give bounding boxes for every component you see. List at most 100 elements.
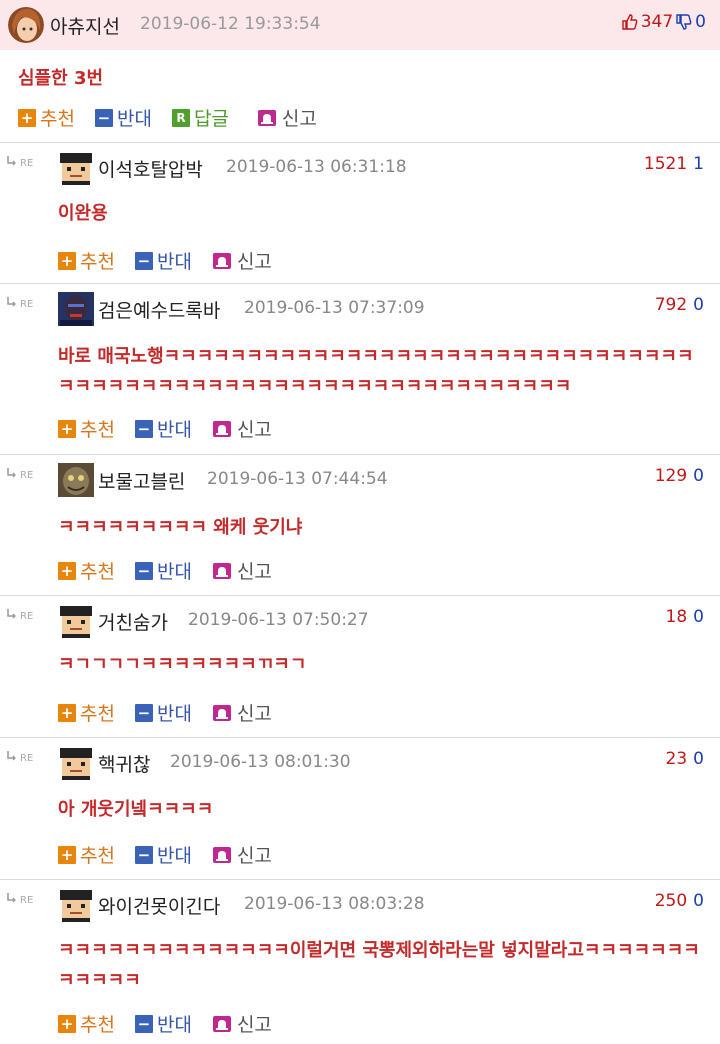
bell-icon — [212, 1015, 231, 1032]
oppose-button[interactable]: − 반대 — [134, 841, 192, 868]
recommend-button[interactable]: + 추천 — [58, 1010, 115, 1037]
recommend-label: 추천 — [80, 703, 115, 725]
comment-votes: 18 0 — [666, 607, 704, 627]
minus-icon: − — [134, 251, 153, 270]
report-button[interactable]: 신고 — [212, 699, 272, 726]
comment-author[interactable]: 와이건못이긴다 — [98, 892, 220, 919]
recommend-label: 추천 — [80, 1014, 115, 1036]
minus-icon: − — [134, 845, 153, 864]
comment-upvote-count: 792 — [654, 295, 688, 315]
report-button[interactable]: 신고 — [212, 841, 272, 868]
recommend-button[interactable]: + 추천 — [58, 557, 115, 584]
report-label: 신고 — [236, 703, 272, 725]
recommend-button[interactable]: + 추천 — [58, 699, 115, 726]
report-button[interactable]: 신고 — [212, 415, 272, 442]
comment-downvote-count: 0 — [693, 891, 704, 911]
bell-icon — [212, 420, 231, 437]
comment-votes: 23 0 — [666, 749, 704, 769]
oppose-button[interactable]: − 반대 — [134, 557, 192, 584]
bell-icon — [212, 846, 231, 863]
avatar[interactable] — [58, 151, 94, 185]
reply-arrow-icon: RE — [7, 297, 33, 309]
oppose-button[interactable]: − 반대 — [94, 104, 152, 131]
comment-timestamp: 2019-06-13 06:31:18 — [226, 157, 407, 177]
comment-text: 바로 매국노행ㅋㅋㅋㅋㅋㅋㅋㅋㅋㅋㅋㅋㅋㅋㅋㅋㅋㅋㅋㅋㅋㅋㅋㅋㅋㅋㅋㅋㅋㅋㅋㅋㅋ… — [58, 346, 694, 397]
oppose-button[interactable]: − 반대 — [134, 699, 192, 726]
plus-icon: + — [18, 108, 36, 127]
comment-item: RE 거친숨가 2019-06-13 07:50:27 18 0 ㅋㄱㄱㄱㄱㅋㅋㅋ… — [0, 595, 720, 737]
comment-timestamp: 2019-06-13 08:03:28 — [244, 894, 425, 914]
post-actions: + 추천 − 반대 R 답글 신고 — [18, 104, 337, 131]
avatar[interactable] — [58, 604, 94, 638]
svg-text:RE: RE — [20, 753, 33, 763]
bell-icon — [212, 252, 231, 269]
oppose-button[interactable]: − 반대 — [134, 1010, 192, 1037]
thumb-down-icon[interactable] — [675, 13, 693, 31]
comment-text: ㅋㄱㄱㄱㄱㅋㅋㅋㅋㅋㅋㅋㄲㅋㄱ — [58, 654, 307, 675]
report-label: 신고 — [236, 561, 272, 583]
comment-timestamp: 2019-06-13 07:37:09 — [244, 298, 425, 318]
reply-arrow-icon: RE — [7, 893, 33, 905]
comment-actions: + 추천 − 반대 신고 — [58, 1010, 292, 1037]
comment-votes: 1521 1 — [644, 154, 704, 174]
avatar[interactable] — [58, 746, 94, 780]
comment-text: ㅋㅋㅋㅋㅋㅋㅋㅋㅋ 왜케 웃기냐 — [58, 517, 303, 538]
comment-actions: + 추천 − 반대 신고 — [58, 557, 292, 584]
comment-author[interactable]: 보물고블린 — [98, 467, 185, 494]
comment-downvote-count: 0 — [693, 749, 704, 769]
plus-icon: + — [58, 561, 76, 580]
report-button[interactable]: 신고 — [257, 104, 317, 131]
author-avatar[interactable] — [8, 5, 44, 45]
avatar[interactable] — [58, 463, 94, 497]
svg-text:RE: RE — [20, 470, 33, 480]
comment-downvote-count: 0 — [693, 607, 704, 627]
report-label: 신고 — [236, 419, 272, 441]
bell-icon — [257, 109, 276, 126]
svg-text:RE: RE — [20, 299, 33, 309]
comment-timestamp: 2019-06-13 07:50:27 — [188, 610, 369, 630]
comment-author[interactable]: 핵귀찮 — [98, 750, 150, 777]
reply-icon: R — [171, 108, 190, 127]
minus-icon: − — [134, 419, 153, 438]
comment-votes: 792 0 — [655, 295, 704, 315]
report-button[interactable]: 신고 — [212, 1010, 272, 1037]
plus-icon: + — [58, 703, 76, 722]
svg-text:RE: RE — [20, 895, 33, 905]
recommend-button[interactable]: + 추천 — [18, 104, 75, 131]
recommend-button[interactable]: + 추천 — [58, 247, 115, 274]
plus-icon: + — [58, 419, 76, 438]
reply-arrow-icon: RE — [7, 609, 33, 621]
oppose-label: 반대 — [156, 561, 192, 583]
oppose-button[interactable]: − 반대 — [134, 247, 192, 274]
report-label: 신고 — [236, 845, 272, 867]
post-timestamp: 2019-06-12 19:33:54 — [140, 14, 321, 34]
comment-downvote-count: 1 — [693, 154, 704, 174]
avatar[interactable] — [58, 888, 94, 922]
comment-author[interactable]: 거친숨가 — [98, 608, 168, 635]
comment-author[interactable]: 검은예수드록바 — [98, 296, 220, 323]
reply-button[interactable]: R 답글 — [171, 104, 229, 131]
oppose-button[interactable]: − 반대 — [134, 415, 192, 442]
reply-arrow-icon: RE — [7, 468, 33, 480]
comment-upvote-count: 18 — [665, 607, 688, 627]
comment-timestamp: 2019-06-13 08:01:30 — [170, 752, 351, 772]
report-button[interactable]: 신고 — [212, 247, 272, 274]
thumb-up-icon[interactable] — [621, 13, 639, 31]
avatar[interactable] — [58, 292, 94, 326]
comment-upvote-count: 250 — [654, 891, 688, 911]
comment-author[interactable]: 이석호탈압박 — [98, 155, 203, 182]
recommend-label: 추천 — [40, 108, 75, 130]
recommend-button[interactable]: + 추천 — [58, 415, 115, 442]
report-label: 신고 — [281, 108, 317, 130]
plus-icon: + — [58, 251, 76, 270]
minus-icon: − — [94, 108, 113, 127]
report-button[interactable]: 신고 — [212, 557, 272, 584]
comment-downvote-count: 0 — [693, 466, 704, 486]
bell-icon — [212, 704, 231, 721]
comment-actions: + 추천 − 반대 신고 — [58, 247, 292, 274]
minus-icon: − — [134, 561, 153, 580]
reply-label: 답글 — [193, 108, 229, 130]
recommend-button[interactable]: + 추천 — [58, 841, 115, 868]
post-author[interactable]: 아츄지선 — [50, 12, 120, 39]
reply-arrow-icon: RE — [7, 751, 33, 763]
